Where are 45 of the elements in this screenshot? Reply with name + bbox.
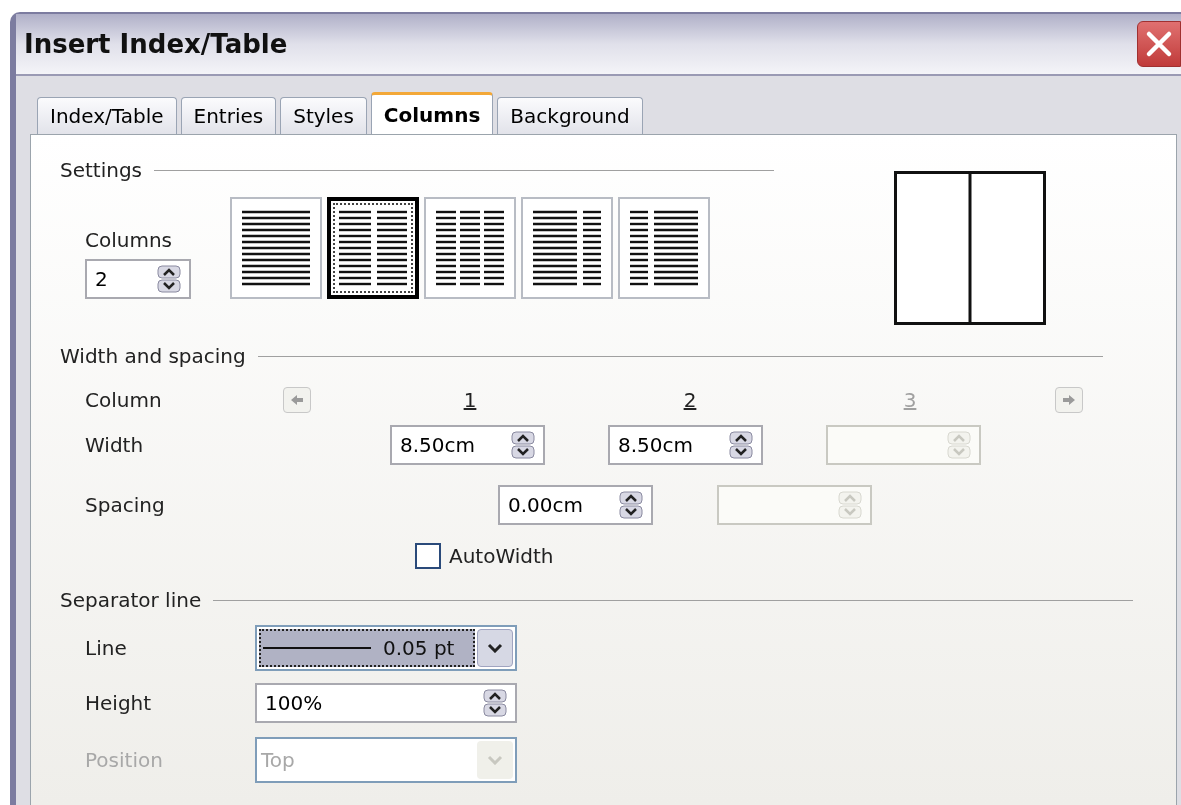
dropdown-button[interactable] [477, 629, 513, 667]
column-number: 2 [683, 387, 697, 414]
spin-button[interactable] [157, 265, 181, 293]
position-label: Position [84, 747, 164, 774]
column-layout-option[interactable] [230, 197, 322, 299]
section-heading: Width and spacing [60, 343, 246, 370]
spin-button[interactable] [483, 689, 507, 717]
spin-field[interactable]: 100% [255, 683, 517, 723]
spin-field[interactable]: 0.00cm [498, 485, 653, 525]
spin-field[interactable]: 8.50cm [390, 425, 545, 465]
chevron-down-icon [487, 643, 503, 653]
line-label: Line [84, 635, 128, 662]
close-icon [1145, 30, 1173, 58]
tab[interactable]: Columns [370, 92, 494, 134]
tab[interactable]: Entries [180, 97, 277, 134]
column-layout-option[interactable] [327, 197, 419, 299]
tab[interactable]: Styles [280, 97, 367, 134]
checkbox[interactable] [415, 543, 441, 569]
close-button[interactable] [1137, 21, 1181, 67]
column-layout-option[interactable] [521, 197, 613, 299]
column-layout-option[interactable] [424, 197, 516, 299]
autowidth-label: AutoWidth [449, 543, 554, 570]
chevron-down-icon [487, 755, 503, 765]
column-number: 3 [903, 387, 917, 414]
spacing-label: Spacing [84, 492, 166, 519]
tab[interactable]: Background [497, 97, 643, 134]
width-label: Width [84, 432, 145, 459]
column-layout-option[interactable] [618, 197, 710, 299]
section-heading: Separator line [60, 587, 202, 614]
window-title: Insert Index/Table [24, 27, 288, 61]
arrow-right-icon [1063, 395, 1075, 405]
spin-field[interactable]: 8.50cm [608, 425, 763, 465]
line-sample-icon [263, 646, 371, 650]
spin-button[interactable] [729, 431, 753, 459]
spin-field[interactable]: 2 [85, 259, 191, 299]
column-number: 1 [463, 387, 477, 414]
spin-button[interactable] [619, 491, 643, 519]
height-label: Height [84, 690, 153, 717]
columns-label: Columns [85, 227, 173, 254]
line-style-dropdown[interactable]: 0.05 pt [255, 625, 517, 671]
tab[interactable]: Index/Table [37, 97, 177, 134]
arrow-left-icon [291, 395, 303, 405]
spin-button[interactable] [511, 431, 535, 459]
section-heading: Settings [60, 157, 143, 184]
column-label: Column [84, 387, 163, 414]
